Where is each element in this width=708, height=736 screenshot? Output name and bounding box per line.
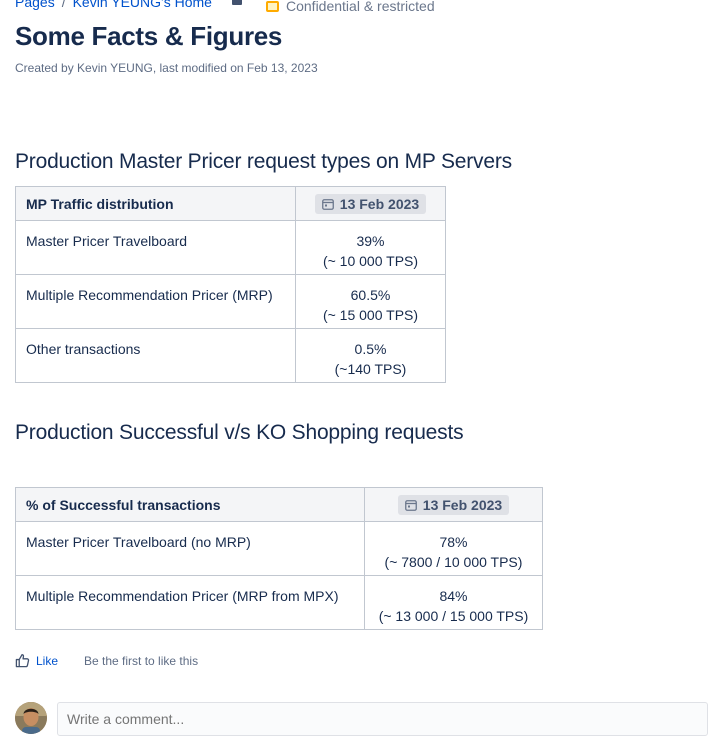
row-label: Multiple Recommendation Pricer (MRP from… bbox=[15, 575, 365, 630]
row-percent: 39% bbox=[356, 233, 385, 249]
table-header-date: 13 Feb 2023 bbox=[364, 487, 543, 522]
row-percent: 84% bbox=[439, 588, 468, 604]
table-header-row: MP Traffic distribution 13 Feb 2023 bbox=[15, 186, 446, 221]
breadcrumb-separator: / bbox=[61, 0, 66, 10]
traffic-distribution-table: MP Traffic distribution 13 Feb 2023 Mast… bbox=[15, 186, 446, 383]
table-header-label: % of Successful transactions bbox=[15, 487, 365, 522]
comment-input[interactable] bbox=[57, 702, 708, 736]
page-byline: Created by Kevin YEUNG, last modified on… bbox=[15, 61, 318, 75]
row-label: Multiple Recommendation Pricer (MRP) bbox=[15, 274, 296, 329]
section-heading-request-types: Production Master Pricer request types o… bbox=[15, 150, 512, 173]
date-text: 13 Feb 2023 bbox=[339, 195, 420, 212]
breadcrumb: Pages / Kevin YEUNG's Home bbox=[15, 0, 212, 12]
row-value: 0.5% (~140 TPS) bbox=[295, 328, 446, 383]
like-bar: Like Be the first to like this bbox=[15, 653, 198, 668]
section-heading-successful-requests: Production Successful v/s KO Shopping re… bbox=[15, 421, 464, 444]
breadcrumb-pages-link[interactable]: Pages bbox=[15, 0, 55, 10]
avatar-image bbox=[15, 702, 47, 734]
row-tps: (~ 10 000 TPS) bbox=[322, 253, 419, 269]
page-title: Some Facts & Figures bbox=[15, 21, 283, 51]
row-tps: (~ 15 000 TPS) bbox=[322, 307, 419, 323]
table-row: Other transactions 0.5% (~140 TPS) bbox=[15, 328, 446, 383]
table-header-label: MP Traffic distribution bbox=[15, 186, 296, 221]
calendar-icon bbox=[404, 499, 417, 511]
date-lozenge[interactable]: 13 Feb 2023 bbox=[314, 193, 427, 214]
row-tps: (~ 13 000 / 15 000 TPS) bbox=[378, 608, 529, 624]
lock-icon[interactable] bbox=[231, 0, 243, 5]
row-label: Master Pricer Travelboard bbox=[15, 220, 296, 275]
row-value: 60.5% (~ 15 000 TPS) bbox=[295, 274, 446, 329]
row-percent: 60.5% bbox=[350, 287, 391, 303]
classification-icon bbox=[266, 0, 279, 12]
row-percent: 0.5% bbox=[354, 341, 387, 357]
calendar-icon bbox=[321, 198, 334, 210]
successful-transactions-table: % of Successful transactions 13 Feb 2023… bbox=[15, 487, 543, 630]
row-label: Master Pricer Travelboard (no MRP) bbox=[15, 521, 365, 576]
row-value: 39% (~ 10 000 TPS) bbox=[295, 220, 446, 275]
table-row: Master Pricer Travelboard 39% (~ 10 000 … bbox=[15, 220, 446, 275]
row-tps: (~ 7800 / 10 000 TPS) bbox=[384, 554, 523, 570]
thumbs-up-icon bbox=[15, 654, 30, 668]
avatar[interactable] bbox=[15, 702, 47, 734]
row-value: 78% (~ 7800 / 10 000 TPS) bbox=[364, 521, 543, 576]
classification-text: Confidential & restricted bbox=[286, 0, 435, 14]
table-row: Multiple Recommendation Pricer (MRP) 60.… bbox=[15, 274, 446, 329]
like-label: Like bbox=[36, 653, 59, 668]
date-text: 13 Feb 2023 bbox=[422, 496, 503, 513]
table-row: Master Pricer Travelboard (no MRP) 78% (… bbox=[15, 521, 543, 576]
row-percent: 78% bbox=[439, 534, 468, 550]
row-value: 84% (~ 13 000 / 15 000 TPS) bbox=[364, 575, 543, 630]
table-header-row: % of Successful transactions 13 Feb 2023 bbox=[15, 487, 543, 522]
date-lozenge[interactable]: 13 Feb 2023 bbox=[397, 494, 510, 515]
classification-label[interactable]: Confidential & restricted bbox=[266, 0, 435, 15]
table-header-date: 13 Feb 2023 bbox=[295, 186, 446, 221]
like-button[interactable]: Like bbox=[15, 653, 58, 668]
table-row: Multiple Recommendation Pricer (MRP from… bbox=[15, 575, 543, 630]
row-label: Other transactions bbox=[15, 328, 296, 383]
row-tps: (~140 TPS) bbox=[334, 361, 407, 377]
like-hint: Be the first to like this bbox=[84, 653, 199, 668]
breadcrumb-home-link[interactable]: Kevin YEUNG's Home bbox=[73, 0, 212, 10]
